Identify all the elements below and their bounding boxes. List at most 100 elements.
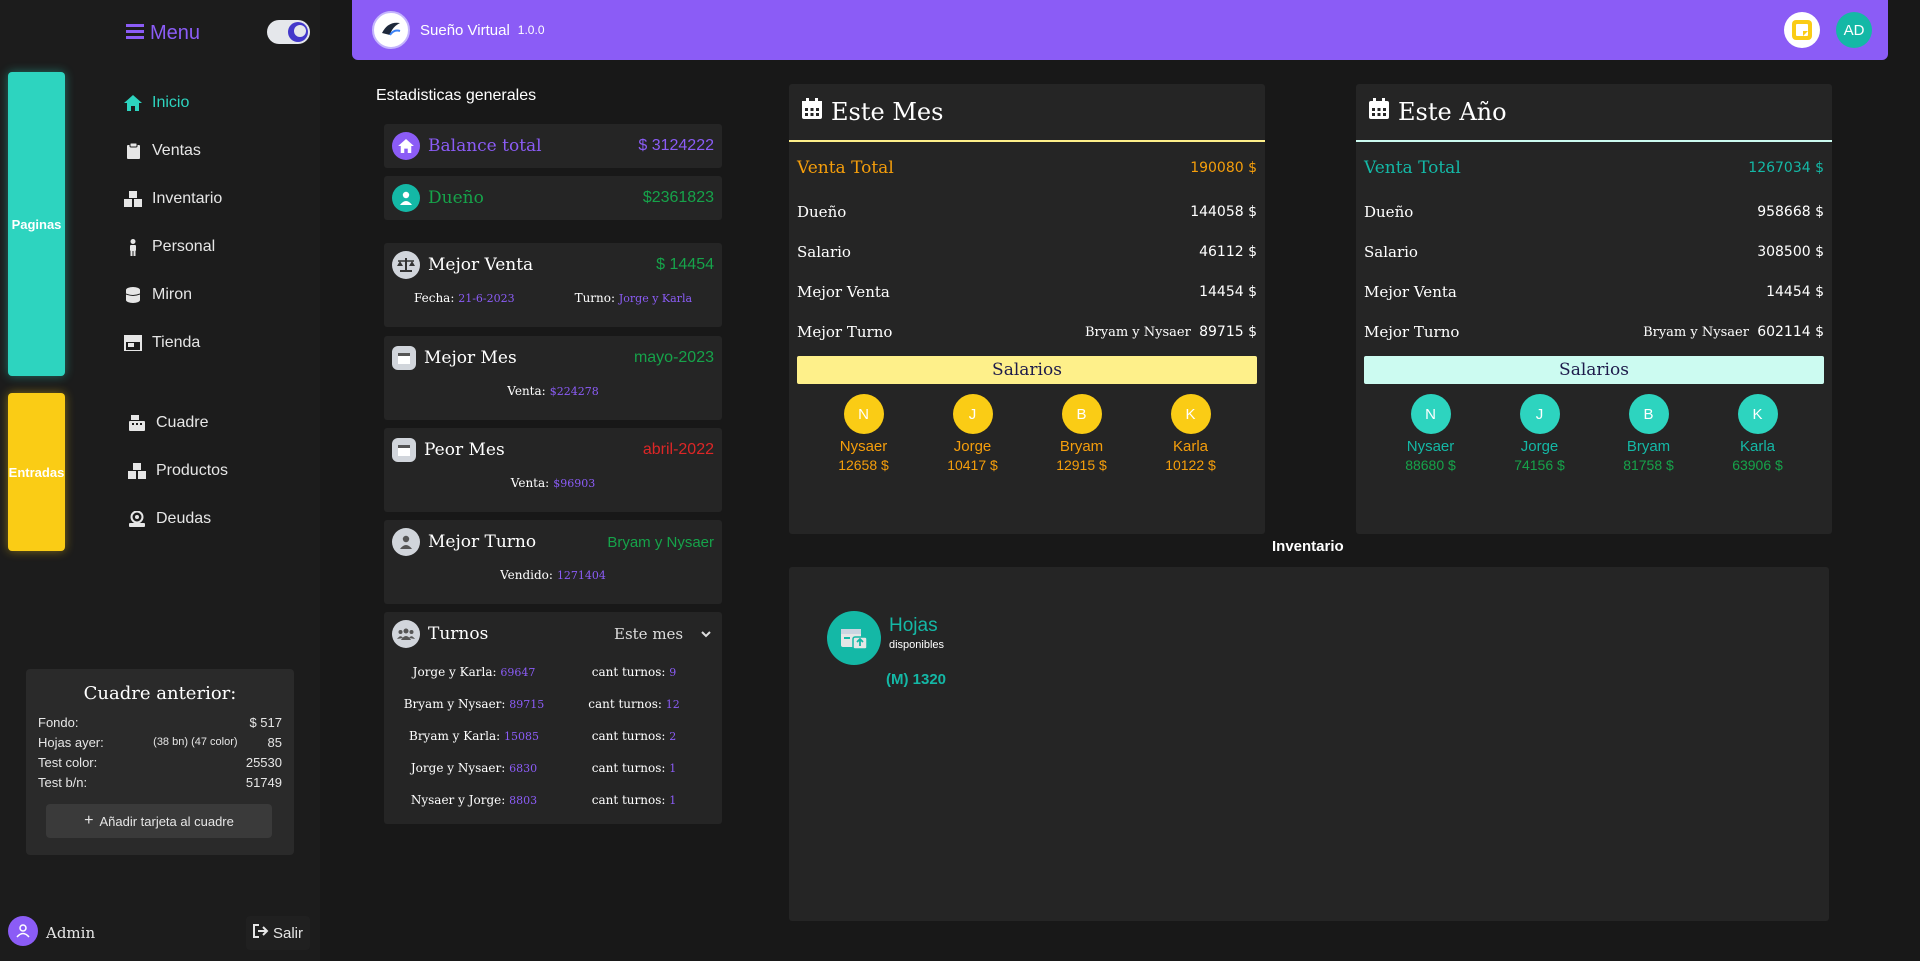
turnos-label: Turnos: [428, 624, 489, 644]
best-shift-card: Mejor Turno Bryam y Nysaer Vendido: 1271…: [384, 520, 722, 604]
sticky-note-icon: [1792, 20, 1812, 40]
person-name: Bryam: [1059, 438, 1104, 455]
year-card: Este Año Venta Total 1267034 $ Dueño 958…: [1356, 84, 1832, 534]
inventory-panel: Hojas disponibles (M) 1320: [789, 567, 1829, 921]
turnos-period-select[interactable]: Este mes: [610, 624, 714, 644]
avatar: J: [952, 394, 993, 434]
inventory-item-name: Hojas: [889, 615, 938, 636]
fondo-value: $ 517: [249, 714, 282, 730]
app-name: Sueño Virtual: [420, 21, 510, 39]
month-best-sale-row: Mejor Venta 14454 $: [789, 272, 1265, 312]
logout-button[interactable]: Salir: [246, 916, 310, 950]
nav-label-cuadre: Cuadre: [156, 414, 209, 431]
nav-label-miron: Miron: [152, 286, 193, 303]
home-icon: [124, 94, 142, 112]
top-bar: Sueño Virtual 1.0.0 AD: [352, 0, 1888, 60]
nav-item-ventas[interactable]: Ventas: [124, 142, 201, 160]
calendar-icon: [801, 98, 823, 126]
calendar-icon: [1368, 98, 1390, 126]
turno-row: Bryam y Nysaer: 89715 cant turnos: 12: [403, 697, 680, 711]
balance-card: Balance total $ 3124222: [384, 124, 722, 168]
month-header: Este Mes: [789, 84, 1265, 142]
cuadre-test-color-row: Test color: 25530: [38, 752, 282, 772]
best-shift-value: Bryam y Nysaer: [607, 533, 714, 551]
person-salary: 12915 $: [1056, 457, 1107, 473]
nav-item-personal[interactable]: Personal: [124, 238, 215, 256]
avatar: B: [1061, 394, 1102, 434]
tab-paginas[interactable]: Paginas: [8, 72, 65, 376]
home-icon: [392, 132, 420, 160]
best-month-card: Mejor Mes mayo-2023 Venta: $224278: [384, 336, 722, 420]
best-shift-names: Bryam y Nysaer: [1084, 325, 1191, 340]
stats-title: Estadisticas generales: [376, 87, 537, 104]
best-sale-card: Mejor Venta $ 14454 Fecha: 21-6-2023 Tur…: [384, 243, 722, 327]
inventory-title: Inventario: [1272, 538, 1344, 555]
person-name: Nysaer: [1406, 438, 1455, 455]
logout-label: Salir: [272, 924, 303, 942]
best-month-sale: $224278: [549, 384, 599, 398]
person-salary: 12658 $: [838, 457, 889, 473]
database-icon: [124, 286, 142, 304]
add-card-button[interactable]: + Añadir tarjeta al cuadre: [46, 804, 272, 838]
best-shift-value: 89715 $: [1199, 324, 1257, 340]
avatar: N: [1410, 394, 1451, 434]
nav-item-tienda[interactable]: Tienda: [124, 334, 200, 352]
cuadre-title: Cuadre anterior:: [83, 683, 237, 704]
menu-title[interactable]: Menu: [126, 22, 200, 45]
nav-item-inventario[interactable]: Inventario: [124, 190, 222, 208]
balance-value: $ 3124222: [638, 137, 714, 154]
month-salary-row: Salario 46112 $: [789, 232, 1265, 272]
user-avatar[interactable]: [8, 916, 38, 946]
person-name: Jorge: [1520, 438, 1559, 455]
user-name: Admin: [46, 924, 96, 942]
boxes-icon: [128, 462, 146, 480]
nav-item-cuadre[interactable]: Cuadre: [128, 414, 208, 432]
nav-item-inicio[interactable]: Inicio: [124, 94, 189, 112]
app-version: 1.0.0: [517, 23, 545, 37]
turno-row: Jorge y Karla: 69647 cant turnos: 9: [412, 665, 677, 679]
user-tie-icon: [392, 528, 420, 556]
year-total-row: Venta Total 1267034 $: [1356, 144, 1832, 192]
nav-item-deudas[interactable]: Deudas: [128, 510, 211, 528]
avatar: K: [1737, 394, 1778, 434]
theme-toggle[interactable]: [267, 20, 310, 44]
nav-label-tienda: Tienda: [152, 334, 201, 351]
sold-label: Vendido:: [500, 568, 553, 582]
notes-button[interactable]: [1784, 12, 1820, 48]
nav-label-personal: Personal: [152, 238, 216, 255]
nav-label-productos: Productos: [156, 462, 229, 479]
user-initials-avatar[interactable]: AD: [1836, 12, 1872, 48]
avatar: B: [1628, 394, 1669, 434]
nav-label-inicio: Inicio: [152, 94, 190, 111]
person-nysaer: N Nysaer 12658 $: [824, 394, 904, 473]
tab-entradas[interactable]: Entradas: [8, 393, 65, 551]
salary-value: 308500 $: [1757, 244, 1824, 260]
worst-month-value: abril-2022: [642, 441, 714, 458]
cuadre-fondo-row: Fondo: $ 517: [38, 712, 282, 732]
best-shift-names: Bryam y Nysaer: [1643, 325, 1749, 340]
turnos-card: Turnos Este mes Jorge y Karla: 69647 can…: [384, 612, 722, 824]
turno-row: Jorge y Nysaer: 6830 cant turnos: 1: [410, 761, 677, 775]
menu-label: Menu: [150, 22, 201, 44]
boxes-icon: [124, 190, 142, 208]
person-jorge: J Jorge 74156 $: [1500, 394, 1580, 473]
dollar-icon: $: [656, 256, 670, 273]
calendar-icon: [392, 346, 416, 370]
nav-item-productos[interactable]: Productos: [128, 462, 228, 480]
calendar-icon: [392, 438, 416, 462]
total-label: Venta Total: [797, 158, 894, 178]
user-icon: [16, 924, 30, 938]
month-total-row: Venta Total 190080 $: [789, 144, 1265, 192]
date-label: Fecha:: [413, 291, 455, 305]
best-month-label: Mejor Mes: [424, 348, 517, 368]
person-name: Bryam: [1626, 438, 1671, 455]
best-shift-label: Mejor Turno: [428, 532, 537, 552]
cuadre-hojas-row: Hojas ayer: (38 bn) (47 color) 85: [38, 732, 282, 752]
owner-value: 144058 $: [1190, 204, 1257, 220]
avatar: K: [1170, 394, 1211, 434]
dollar-icon: $: [638, 137, 652, 154]
best-shift-label: Mejor Turno: [797, 323, 893, 341]
nav-item-miron[interactable]: Miron: [124, 286, 192, 304]
best-sale-label: Mejor Venta: [428, 255, 534, 275]
turno-row: Bryam y Karla: 15085 cant turnos: 2: [409, 729, 677, 743]
